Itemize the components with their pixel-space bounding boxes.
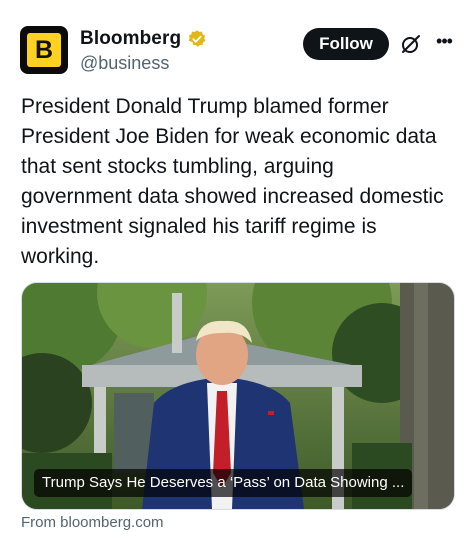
- display-name[interactable]: Bloomberg: [80, 28, 181, 50]
- grok-icon[interactable]: [400, 33, 422, 55]
- card-caption: Trump Says He Deserves a ‘Pass’ on Data …: [34, 469, 413, 497]
- more-options-icon[interactable]: •••: [432, 32, 456, 54]
- logo-letter: B: [27, 33, 61, 67]
- link-card-image[interactable]: Trump Says He Deserves a ‘Pass’ on Data …: [21, 282, 455, 510]
- account-handle[interactable]: @business: [80, 53, 169, 74]
- bloomberg-logo-avatar[interactable]: B: [20, 26, 68, 74]
- follow-button[interactable]: Follow: [303, 28, 389, 60]
- name-row: Bloomberg: [80, 28, 207, 50]
- card-source-link[interactable]: From bloomberg.com: [21, 514, 164, 531]
- tweet-text: President Donald Trump blamed former Pre…: [21, 95, 444, 268]
- verified-badge-icon: [187, 29, 207, 49]
- tweet-header: B Bloomberg @business Follow •••: [20, 26, 460, 78]
